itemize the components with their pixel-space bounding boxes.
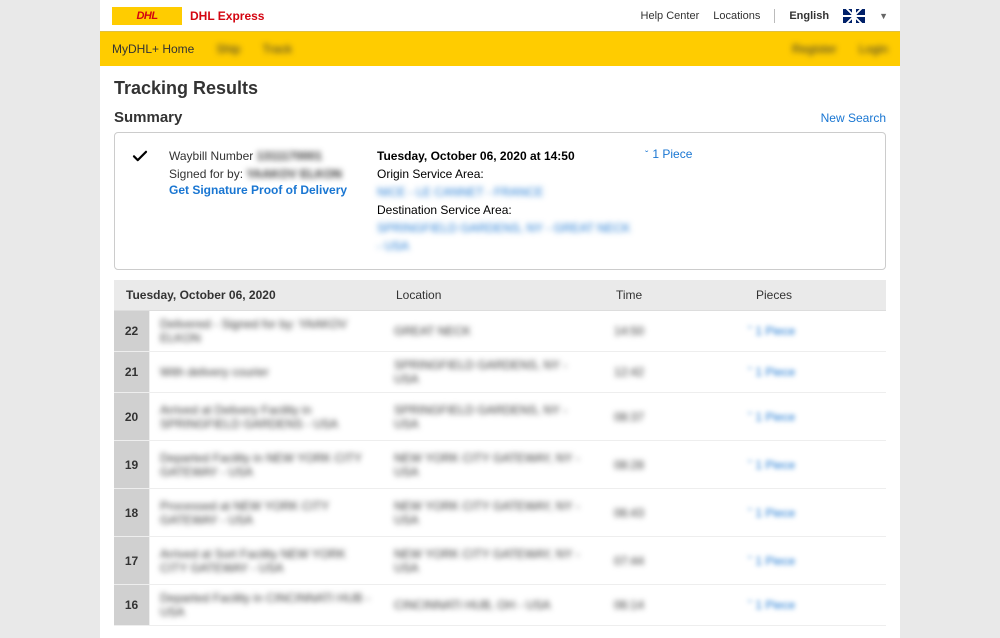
event-location: GREAT NECK	[384, 318, 604, 344]
table-row: 17Arrived at Sort Facility NEW YORK CITY…	[114, 537, 886, 585]
dhl-logo-icon: DHL	[112, 7, 182, 25]
events-list: 22Delivered - Signed for by: YAAKOV ELKO…	[114, 311, 886, 626]
nav-register[interactable]: Register	[792, 42, 837, 56]
chevron-down-icon: ˇ	[645, 150, 648, 161]
event-number: 21	[114, 352, 150, 392]
signature-proof-link[interactable]: Get Signature Proof of Delivery	[169, 183, 369, 197]
summary-card: Waybill Number 1311170001 Signed for by:…	[114, 132, 886, 270]
summary-heading: Summary	[114, 109, 182, 126]
event-time: 08:37	[604, 404, 744, 430]
event-location: CINCINNATI HUB, OH - USA	[384, 592, 604, 618]
nav-ship[interactable]: Ship	[216, 42, 240, 56]
event-pieces-toggle[interactable]: ˇ 1 Piece	[744, 458, 886, 472]
col-time: Time	[616, 288, 756, 302]
event-time: 07:44	[604, 548, 744, 574]
table-row: 16Departed Facility in CINCINNATI HUB - …	[114, 585, 886, 626]
destination-value: SPRINGFIELD GARDENS, NY - GREAT NECK - U…	[377, 219, 637, 255]
page-title: Tracking Results	[114, 78, 886, 99]
event-number: 19	[114, 441, 150, 488]
event-pieces-toggle[interactable]: ˇ 1 Piece	[744, 324, 886, 338]
waybill-value: 1311170001	[257, 149, 322, 163]
event-time: 08:28	[604, 452, 744, 478]
signed-for-label: Signed for by:	[169, 167, 243, 181]
event-number: 22	[114, 311, 150, 351]
flag-icon[interactable]	[843, 9, 865, 23]
chevron-down-icon[interactable]: ▼	[879, 11, 888, 21]
event-pieces-toggle[interactable]: ˇ 1 Piece	[744, 410, 886, 424]
pieces-label: 1 Piece	[652, 147, 692, 161]
brand-name: DHL Express	[190, 9, 264, 23]
event-number: 16	[114, 585, 150, 625]
event-description: Departed Facility in NEW YORK CITY GATEW…	[150, 445, 384, 485]
table-row: 20Arrived at Delivery Facility in SPRING…	[114, 393, 886, 441]
language-select[interactable]: English	[789, 10, 829, 22]
check-icon	[131, 147, 161, 255]
event-location: SPRINGFIELD GARDENS, NY - USA	[384, 352, 604, 392]
nav-track[interactable]: Track	[262, 42, 292, 56]
event-number: 17	[114, 537, 150, 584]
nav-login[interactable]: Login	[859, 42, 888, 56]
event-time: 06:43	[604, 500, 744, 526]
origin-label: Origin Service Area:	[377, 165, 637, 183]
logo-text: DHL	[136, 10, 157, 22]
table-row: 19Departed Facility in NEW YORK CITY GAT…	[114, 441, 886, 489]
destination-label: Destination Service Area:	[377, 201, 637, 219]
col-pieces: Pieces	[756, 288, 874, 302]
origin-value: NICE - LE CANNET - FRANCE	[377, 183, 637, 201]
event-description: With delivery courier	[150, 359, 384, 385]
logo[interactable]: DHL DHL Express	[112, 7, 264, 25]
pieces-toggle[interactable]: ˇ 1 Piece	[645, 147, 869, 255]
event-pieces-toggle[interactable]: ˇ 1 Piece	[744, 365, 886, 379]
event-time: 14:50	[604, 318, 744, 344]
col-location: Location	[396, 288, 616, 302]
waybill-label: Waybill Number	[169, 149, 253, 163]
events-header: Tuesday, October 06, 2020 Location Time …	[114, 280, 886, 311]
event-description: Arrived at Delivery Facility in SPRINGFI…	[150, 397, 384, 437]
event-pieces-toggle[interactable]: ˇ 1 Piece	[744, 598, 886, 612]
event-location: NEW YORK CITY GATEWAY, NY - USA	[384, 445, 604, 485]
delivered-at: Tuesday, October 06, 2020 at 14:50	[377, 147, 637, 165]
event-time: 06:14	[604, 592, 744, 618]
help-center-link[interactable]: Help Center	[641, 10, 700, 22]
event-location: SPRINGFIELD GARDENS, NY - USA	[384, 397, 604, 437]
event-time: 12:42	[604, 359, 744, 385]
event-pieces-toggle[interactable]: ˇ 1 Piece	[744, 506, 886, 520]
table-row: 18Processed at NEW YORK CITY GATEWAY - U…	[114, 489, 886, 537]
event-number: 20	[114, 393, 150, 440]
nav-home[interactable]: MyDHL+ Home	[112, 42, 194, 56]
event-number: 18	[114, 489, 150, 536]
event-description: Delivered - Signed for by: YAAKOV ELKON	[150, 311, 384, 351]
main-nav: MyDHL+ Home Ship Track Register Login	[100, 32, 900, 66]
table-row: 22Delivered - Signed for by: YAAKOV ELKO…	[114, 311, 886, 352]
signed-for-value: YAAKOV ELKON	[246, 167, 342, 181]
divider	[774, 9, 775, 23]
top-utility-bar: DHL DHL Express Help Center Locations En…	[100, 0, 900, 32]
event-location: NEW YORK CITY GATEWAY, NY - USA	[384, 493, 604, 533]
event-description: Processed at NEW YORK CITY GATEWAY - USA	[150, 493, 384, 533]
new-search-link[interactable]: New Search	[821, 111, 886, 125]
event-description: Departed Facility in CINCINNATI HUB - US…	[150, 585, 384, 625]
table-row: 21With delivery courierSPRINGFIELD GARDE…	[114, 352, 886, 393]
events-date: Tuesday, October 06, 2020	[126, 288, 396, 302]
locations-link[interactable]: Locations	[713, 10, 760, 22]
event-pieces-toggle[interactable]: ˇ 1 Piece	[744, 554, 886, 568]
